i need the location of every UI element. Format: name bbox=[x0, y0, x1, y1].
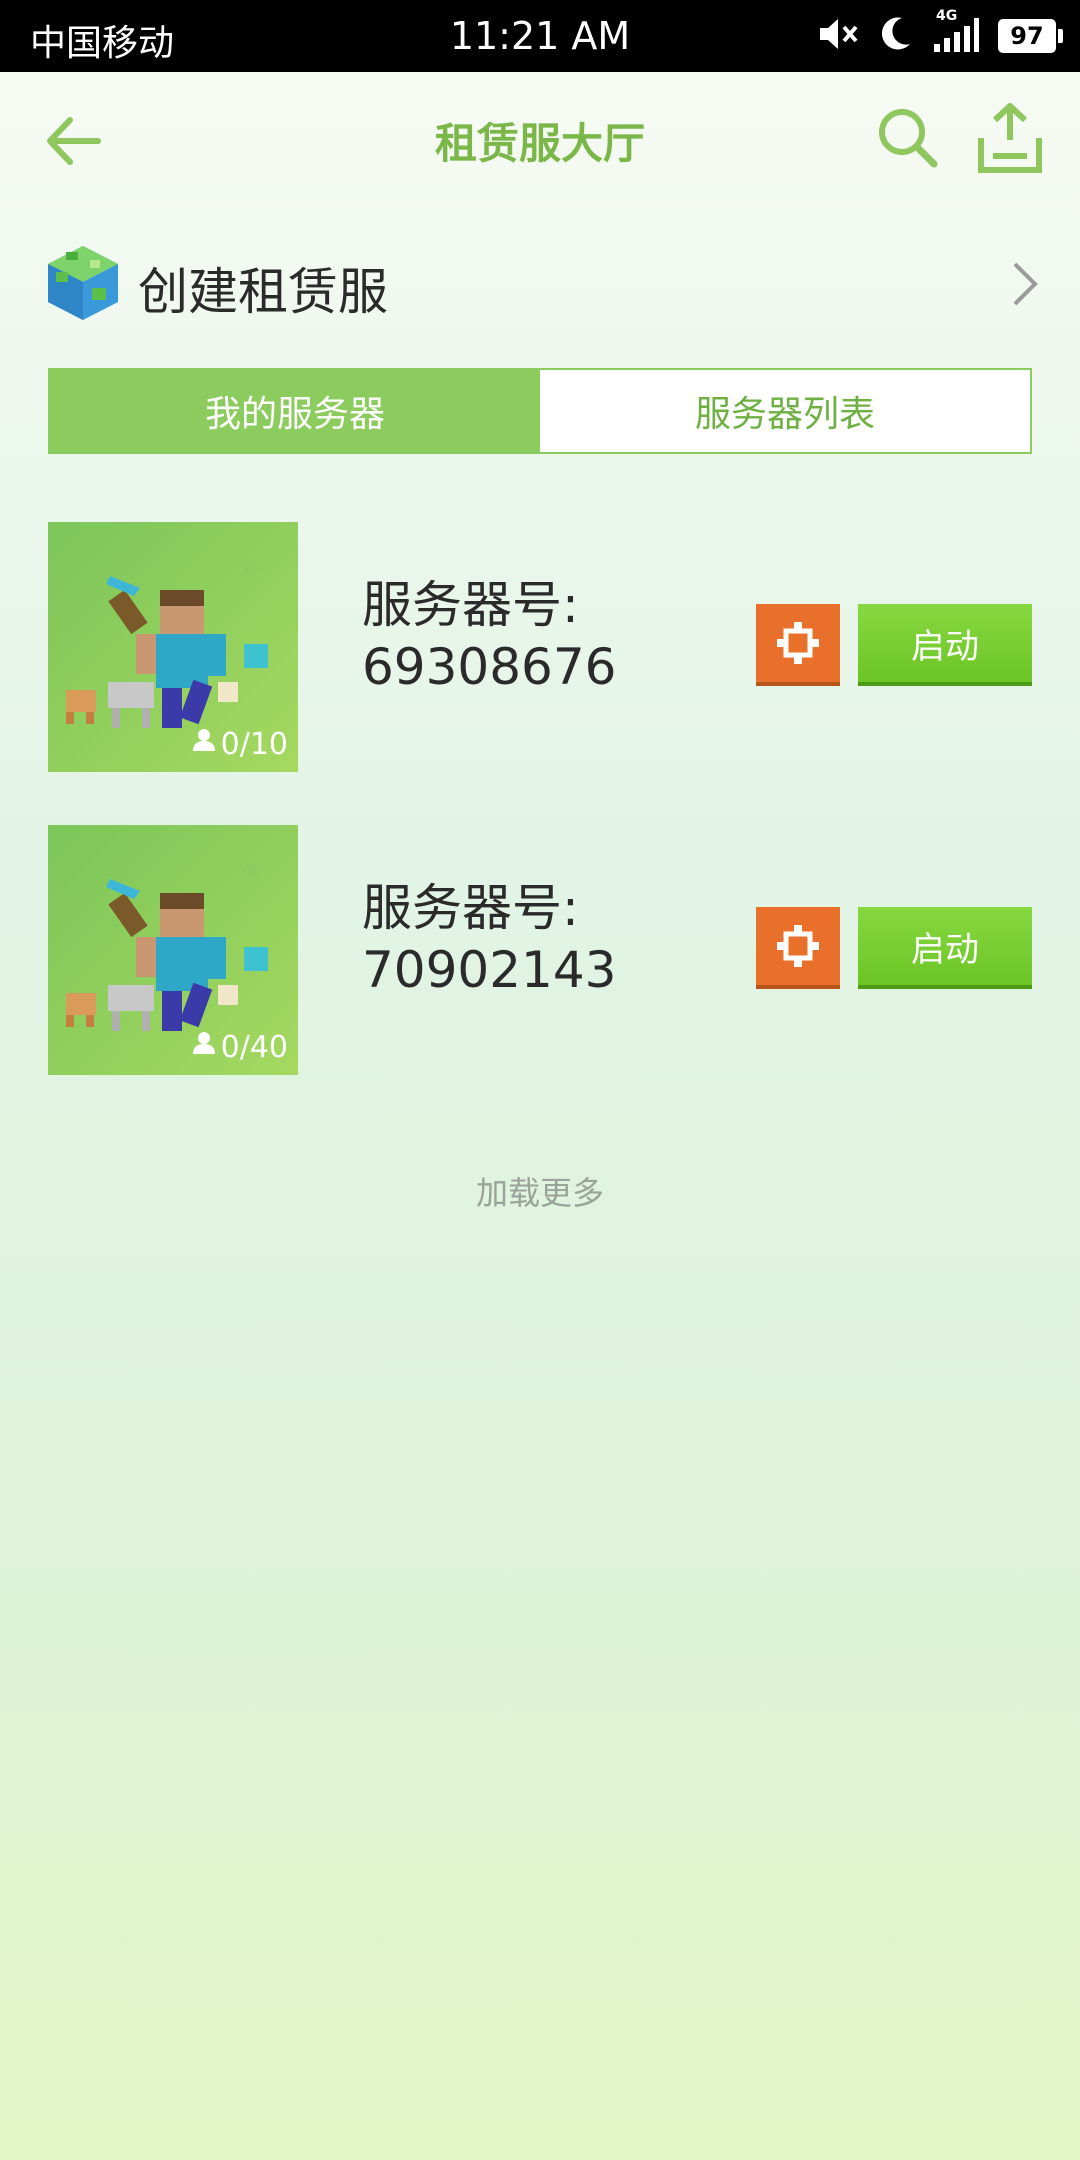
chevron-right-icon bbox=[1005, 256, 1045, 312]
status-icons: 4G 97 bbox=[816, 8, 1063, 58]
server-info: 服务器号: 70902143 bbox=[362, 877, 617, 1001]
server-settings-button[interactable] bbox=[756, 604, 840, 686]
status-bar: 中国移动 11:21 AM 4G 97 bbox=[0, 0, 1080, 72]
network-type: 4G bbox=[936, 8, 958, 24]
server-thumbnail[interactable]: 0/40 bbox=[48, 825, 298, 1075]
player-count: 0/40 bbox=[191, 1030, 288, 1065]
start-server-button[interactable]: 启动 bbox=[858, 604, 1032, 686]
search-icon bbox=[879, 109, 938, 168]
upload-icon bbox=[978, 103, 1042, 173]
tab-my-servers[interactable]: 我的服务器 bbox=[50, 370, 540, 452]
globe-cube-icon bbox=[46, 244, 120, 322]
signal-icon: 4G bbox=[932, 8, 980, 58]
person-icon bbox=[191, 1032, 217, 1061]
mute-icon bbox=[816, 14, 860, 58]
start-server-button[interactable]: 启动 bbox=[858, 907, 1032, 989]
upload-button[interactable] bbox=[975, 100, 1045, 176]
gear-icon bbox=[777, 622, 819, 664]
server-number: 70902143 bbox=[362, 941, 617, 999]
server-card: 0/40 服务器号: 70902143 启动 bbox=[48, 825, 1032, 1075]
server-card: 0/10 服务器号: 69308676 启动 bbox=[48, 522, 1032, 772]
load-more-link[interactable]: 加载更多 bbox=[0, 1168, 1080, 1214]
server-info: 服务器号: 69308676 bbox=[362, 574, 617, 698]
tab-server-list[interactable]: 服务器列表 bbox=[540, 370, 1030, 452]
server-number-label: 服务器号: bbox=[362, 576, 579, 634]
server-number-label: 服务器号: bbox=[362, 879, 579, 937]
create-server-row[interactable]: 创建租赁服 bbox=[0, 232, 1080, 332]
server-number: 69308676 bbox=[362, 638, 617, 696]
person-icon bbox=[191, 729, 217, 758]
player-count-text: 0/10 bbox=[220, 727, 288, 762]
moon-icon bbox=[878, 14, 914, 58]
create-server-label: 创建租赁服 bbox=[138, 263, 388, 321]
battery-indicator: 97 bbox=[998, 19, 1063, 53]
player-count-text: 0/40 bbox=[220, 1030, 288, 1065]
top-app-bar: 租赁服大厅 bbox=[0, 72, 1080, 202]
server-thumbnail[interactable]: 0/10 bbox=[48, 522, 298, 772]
server-settings-button[interactable] bbox=[756, 907, 840, 989]
search-button[interactable] bbox=[872, 102, 942, 172]
gear-icon bbox=[777, 925, 819, 967]
player-count: 0/10 bbox=[191, 727, 288, 762]
server-tabs: 我的服务器 服务器列表 bbox=[48, 368, 1032, 454]
